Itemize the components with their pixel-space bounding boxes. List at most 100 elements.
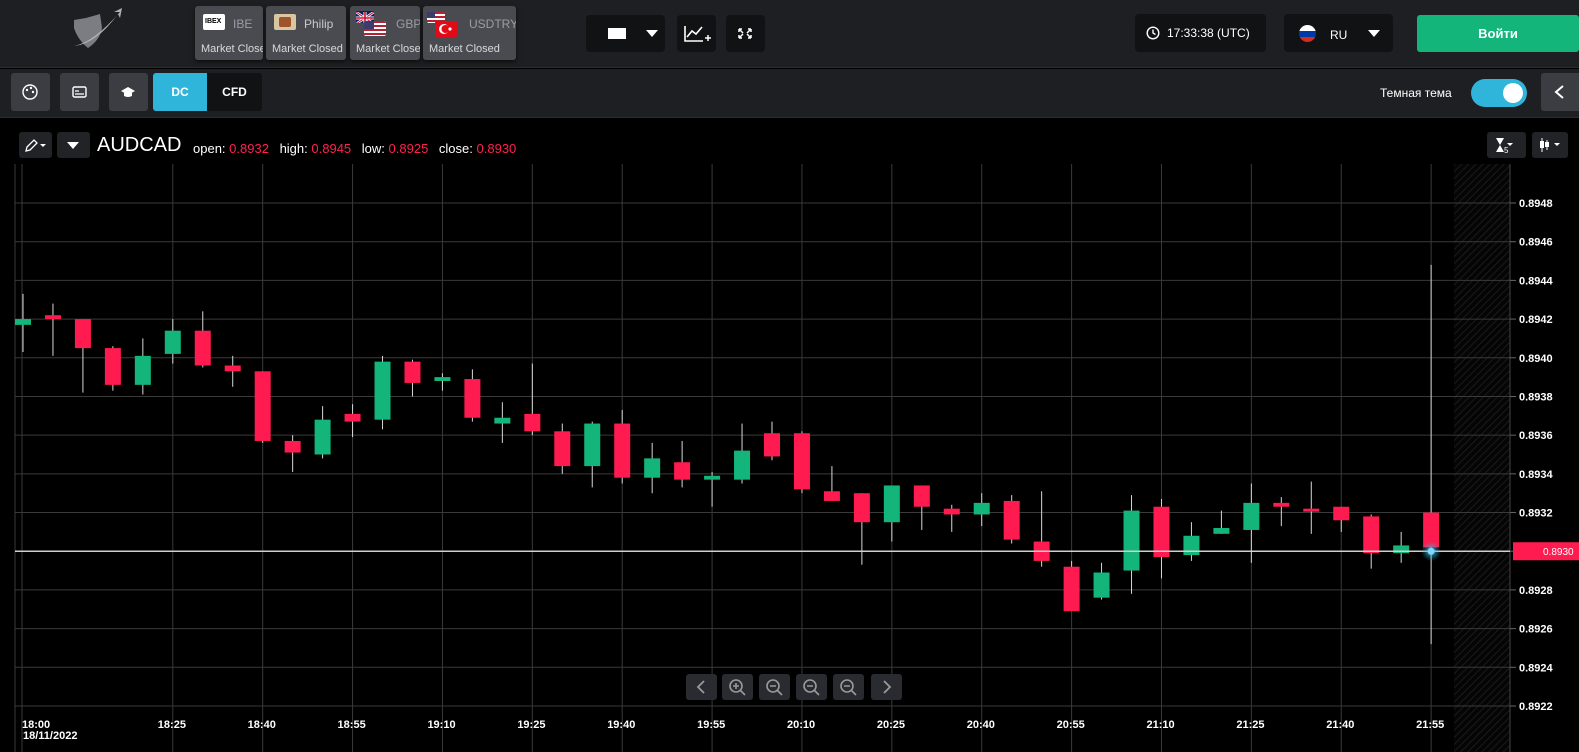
chevron-left-icon [1554, 85, 1564, 99]
dark-theme-label: Темная тема [1380, 86, 1452, 100]
y-tick-label: 0.8926 [1519, 624, 1553, 636]
y-tick-label: 0.8940 [1519, 353, 1553, 365]
scroll-right-button[interactable] [871, 674, 902, 700]
candle-body [374, 361, 391, 420]
scroll-left-button[interactable] [686, 674, 717, 700]
high-value: 0.8945 [311, 141, 352, 156]
zoom-out-icon [766, 679, 783, 696]
login-button[interactable]: Войти [1417, 15, 1579, 52]
ibex-logo-icon: IBEX [203, 14, 225, 30]
asset-tab-gbp[interactable]: GBP Market Closed [350, 6, 420, 60]
y-tick-label: 0.8928 [1519, 585, 1553, 597]
asset-tab-philip[interactable]: Philip Market Closed [266, 6, 346, 60]
candle-body [524, 413, 541, 432]
chart-type-icon [608, 28, 626, 39]
asset-name: USDTRY [469, 17, 516, 31]
candle-body [1003, 500, 1020, 540]
y-tick-label: 0.8942 [1519, 314, 1553, 326]
timeframe-button[interactable]: 5 [1487, 132, 1526, 158]
date-label: 18/11/2022 [23, 730, 77, 742]
indicators-button[interactable] [677, 15, 716, 52]
candle-body [164, 330, 181, 354]
candle-body [1303, 508, 1320, 512]
collapse-panel-button[interactable] [1541, 73, 1579, 111]
live-price-dot-core [1427, 547, 1435, 555]
market-status: Market Closed [429, 43, 500, 55]
mode-dc-tab[interactable]: DC [153, 73, 207, 111]
candle-body [134, 355, 151, 385]
candle-body [1213, 528, 1230, 534]
chevron-right-icon [883, 680, 892, 694]
y-tick-label: 0.8948 [1519, 198, 1553, 210]
zoom-in-icon [729, 679, 746, 696]
chart-area[interactable]: 0.8922 0.8924 0.8926 0.8928 0.8930 0.8932 0.89… [0, 119, 1579, 752]
x-tick-label: 19:55 [697, 719, 725, 731]
x-tick-label: 21:55 [1416, 719, 1444, 731]
server-clock: 17:33:38 (UTC) [1135, 14, 1266, 52]
timeframe-value: 5 [1504, 146, 1509, 155]
y-tick-label: 0.8924 [1519, 662, 1554, 674]
candle-body [554, 431, 571, 467]
palette-icon [22, 84, 38, 100]
asset-name: GBP [396, 17, 420, 31]
candle-body [104, 348, 121, 385]
clock-icon [1146, 26, 1160, 40]
symbol-dropdown-button[interactable] [57, 132, 90, 158]
x-tick-label: 21:25 [1236, 719, 1264, 731]
zoom-in-button[interactable] [722, 674, 753, 700]
candle-body [674, 462, 691, 480]
market-status: Market Closed [272, 43, 343, 55]
candles-icon [1540, 138, 1560, 152]
assets-palette-button[interactable] [11, 73, 50, 111]
dark-theme-toggle[interactable] [1471, 79, 1527, 107]
x-tick-label: 20:10 [787, 719, 815, 731]
toggle-knob [1503, 83, 1523, 103]
line-chart-plus-icon [684, 26, 711, 42]
x-tick-label: 20:55 [1057, 719, 1085, 731]
candlestick-chart[interactable]: 0.8922 0.8924 0.8926 0.8928 0.8930 0.8932 0.89… [0, 119, 1579, 752]
current-price-tag: 0.8930 [1513, 542, 1579, 561]
candle-body [1363, 516, 1380, 554]
candle-type-button[interactable] [1532, 132, 1568, 158]
y-tick-label: 0.8946 [1519, 237, 1553, 249]
zoom-out-button-2[interactable] [796, 674, 827, 700]
language-code: RU [1330, 28, 1348, 42]
zoom-out-button-3[interactable] [833, 674, 864, 700]
clock-time: 17:33:38 (UTC) [1167, 26, 1250, 40]
education-button[interactable] [109, 73, 148, 111]
fullscreen-button[interactable] [726, 15, 765, 52]
candle-body [224, 365, 241, 372]
chevron-down-icon [1368, 30, 1380, 37]
close-label: close: [438, 141, 473, 156]
history-button[interactable] [60, 73, 99, 111]
mode-cfd-tab[interactable]: CFD [207, 73, 262, 111]
turkey-flag-icon [435, 21, 457, 37]
candle-body [284, 440, 301, 453]
candle-body [584, 423, 601, 467]
language-selector[interactable]: RU [1284, 14, 1393, 52]
asset-tab-ibex[interactable]: IBEX IBE Market Closed [195, 6, 263, 60]
candle-body [344, 413, 361, 422]
drawing-tools-button[interactable] [19, 132, 52, 158]
chart-type-dropdown[interactable] [586, 15, 665, 52]
zoom-out-button[interactable] [759, 674, 790, 700]
chevron-left-icon [696, 680, 705, 694]
candle-body [434, 377, 451, 381]
candle-body [15, 319, 31, 325]
y-tick-label: 0.8932 [1519, 508, 1553, 520]
candle-body [913, 485, 930, 507]
candle-body [1243, 502, 1260, 530]
asset-tab-usdtry[interactable]: USDTRY Market Closed [423, 6, 516, 60]
chevron-down-icon [67, 142, 79, 149]
zoom-out-icon [803, 679, 820, 696]
logo[interactable] [66, 8, 124, 56]
candle-body [1093, 572, 1110, 598]
candle-body [853, 493, 870, 523]
card-icon [72, 86, 87, 98]
candle-body [644, 458, 661, 478]
candle-body [74, 319, 91, 349]
candle-body [793, 433, 810, 490]
candle-body [1063, 566, 1080, 612]
low-label: low: [361, 141, 385, 156]
candle-body [194, 330, 211, 366]
